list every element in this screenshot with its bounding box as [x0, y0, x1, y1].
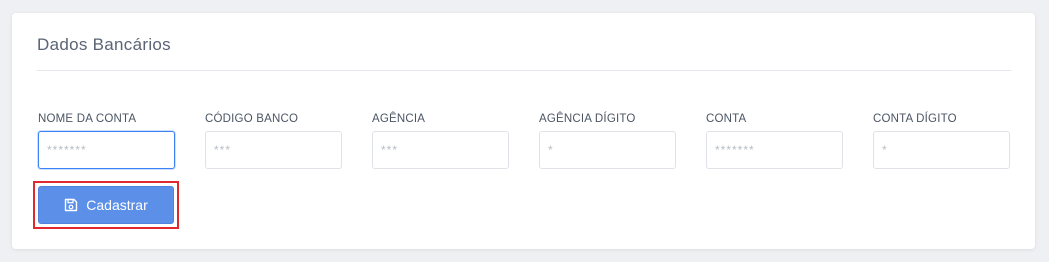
field-account-digit: CONTA DÍGITO: [873, 112, 1010, 169]
bank-details-card: Dados Bancários NOME DA CONTA CÓDIGO BAN…: [12, 13, 1035, 249]
field-bank-code: CÓDIGO BANCO: [205, 112, 342, 169]
account-label: CONTA: [706, 113, 747, 125]
card-title: Dados Bancários: [37, 35, 171, 54]
account-digit-input[interactable]: [873, 131, 1010, 169]
account-name-label: NOME DA CONTA: [38, 113, 137, 125]
agency-input[interactable]: [372, 131, 509, 169]
submit-button[interactable]: Cadastrar: [38, 186, 174, 224]
agency-digit-input[interactable]: [539, 131, 676, 169]
account-name-input[interactable]: [38, 131, 175, 169]
field-agency: AGÊNCIA: [372, 112, 509, 169]
submit-button-label: Cadastrar: [86, 197, 148, 213]
field-account: CONTA: [706, 112, 843, 169]
agency-label: AGÊNCIA: [372, 113, 426, 125]
title-divider: [37, 70, 1011, 71]
account-digit-label: CONTA DÍGITO: [873, 113, 957, 125]
field-agency-digit: AGÊNCIA DÍGITO: [539, 112, 676, 169]
bank-code-label: CÓDIGO BANCO: [205, 113, 299, 125]
save-icon: [64, 198, 78, 212]
field-account-name: NOME DA CONTA: [38, 112, 175, 169]
agency-digit-label: AGÊNCIA DÍGITO: [539, 113, 636, 125]
bank-code-input[interactable]: [205, 131, 342, 169]
account-input[interactable]: [706, 131, 843, 169]
